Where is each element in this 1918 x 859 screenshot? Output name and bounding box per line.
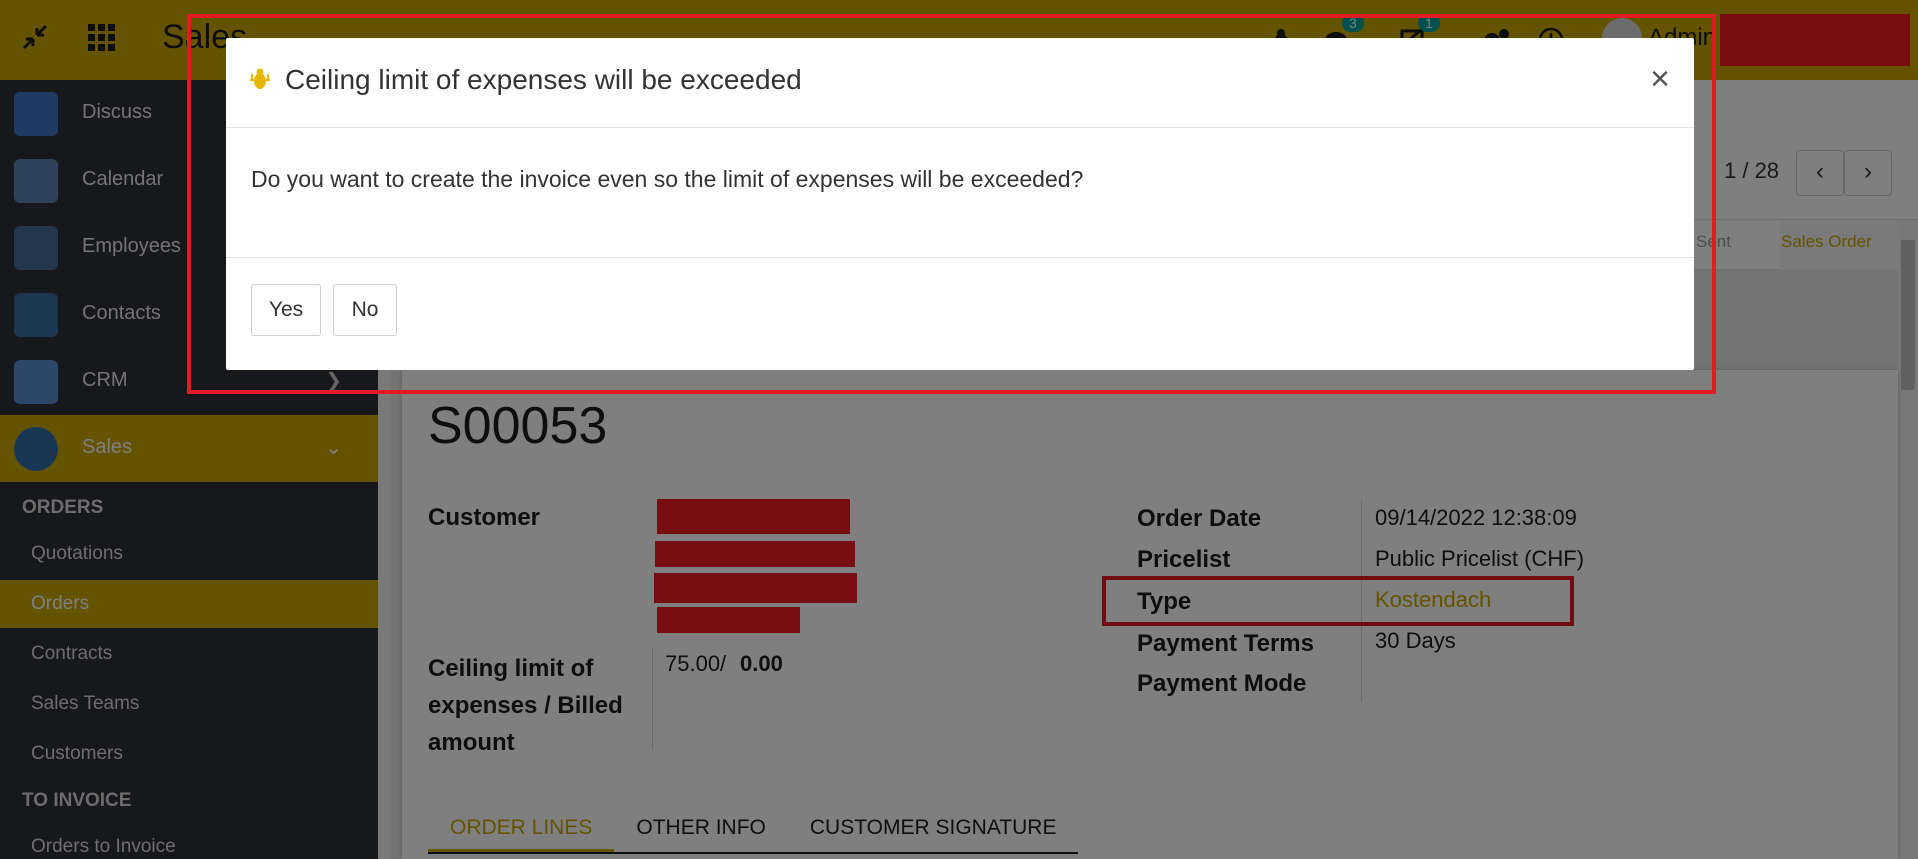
annotation-box-dialog [187, 14, 1716, 394]
